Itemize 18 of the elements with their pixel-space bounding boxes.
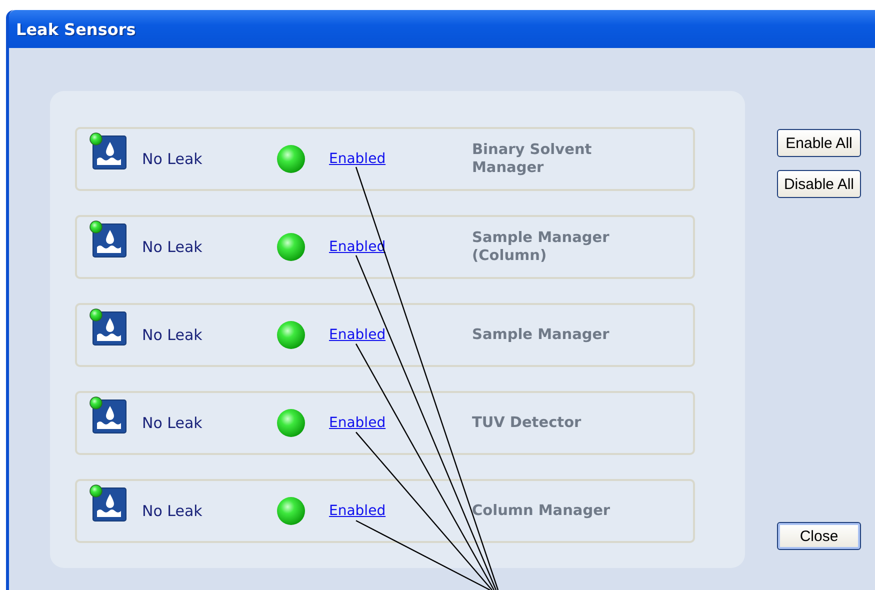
enabled-link[interactable]: Enabled <box>329 415 386 431</box>
sensor-name: Sample Manager <box>472 326 610 344</box>
enabled-link[interactable]: Enabled <box>329 327 386 343</box>
window-title: Leak Sensors <box>16 20 136 38</box>
sensor-name: Binary Solvent Manager <box>472 141 593 177</box>
close-button[interactable]: Close <box>777 522 861 550</box>
sensor-name: TUV Detector <box>472 414 582 432</box>
leak-status: No Leak <box>142 414 202 432</box>
enabled-link[interactable]: Enabled <box>329 151 386 167</box>
leak-status: No Leak <box>142 326 202 344</box>
leak-status: No Leak <box>142 150 202 168</box>
enabled-link[interactable]: Enabled <box>329 503 386 519</box>
sensor-name: Column Manager <box>472 502 612 520</box>
enable-all-button[interactable]: Enable All <box>777 129 861 157</box>
sensor-name: Sample Manager (Column) <box>472 229 610 265</box>
leak-status: No Leak <box>142 502 202 520</box>
leak-status: No Leak <box>142 238 202 256</box>
disable-all-button[interactable]: Disable All <box>777 170 861 198</box>
